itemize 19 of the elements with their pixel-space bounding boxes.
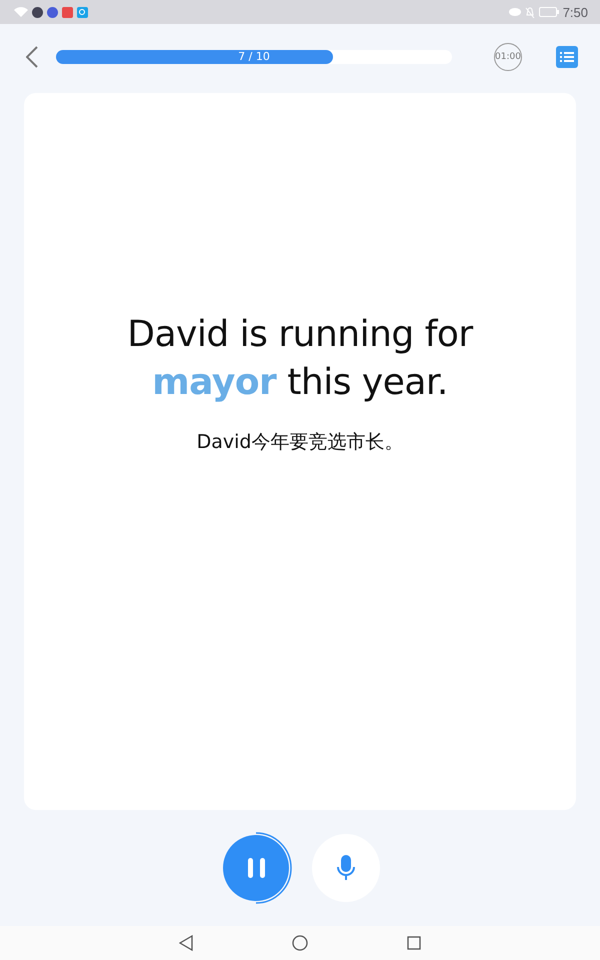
wifi-icon bbox=[14, 6, 28, 18]
pause-button[interactable] bbox=[223, 835, 289, 901]
timer: 01:00 bbox=[494, 43, 522, 71]
recents-nav-button[interactable] bbox=[406, 936, 421, 950]
bell-off-icon bbox=[524, 6, 535, 18]
home-nav-button[interactable] bbox=[292, 935, 308, 951]
list-icon bbox=[560, 51, 574, 63]
battery-icon bbox=[538, 7, 559, 17]
sentence: David is running for mayor this year. bbox=[126, 313, 474, 405]
app-icon bbox=[62, 6, 73, 18]
progress-label: 7 / 10 bbox=[238, 50, 270, 64]
status-time: 7:50 bbox=[562, 4, 588, 20]
microphone-icon bbox=[336, 854, 356, 882]
translation: David今年要竞选市长。 bbox=[196, 430, 404, 455]
app-icon bbox=[32, 6, 43, 18]
list-button[interactable] bbox=[556, 46, 578, 68]
back-nav-button[interactable] bbox=[179, 935, 194, 951]
playback-progress-ring bbox=[256, 832, 292, 904]
app-icon bbox=[47, 6, 58, 18]
